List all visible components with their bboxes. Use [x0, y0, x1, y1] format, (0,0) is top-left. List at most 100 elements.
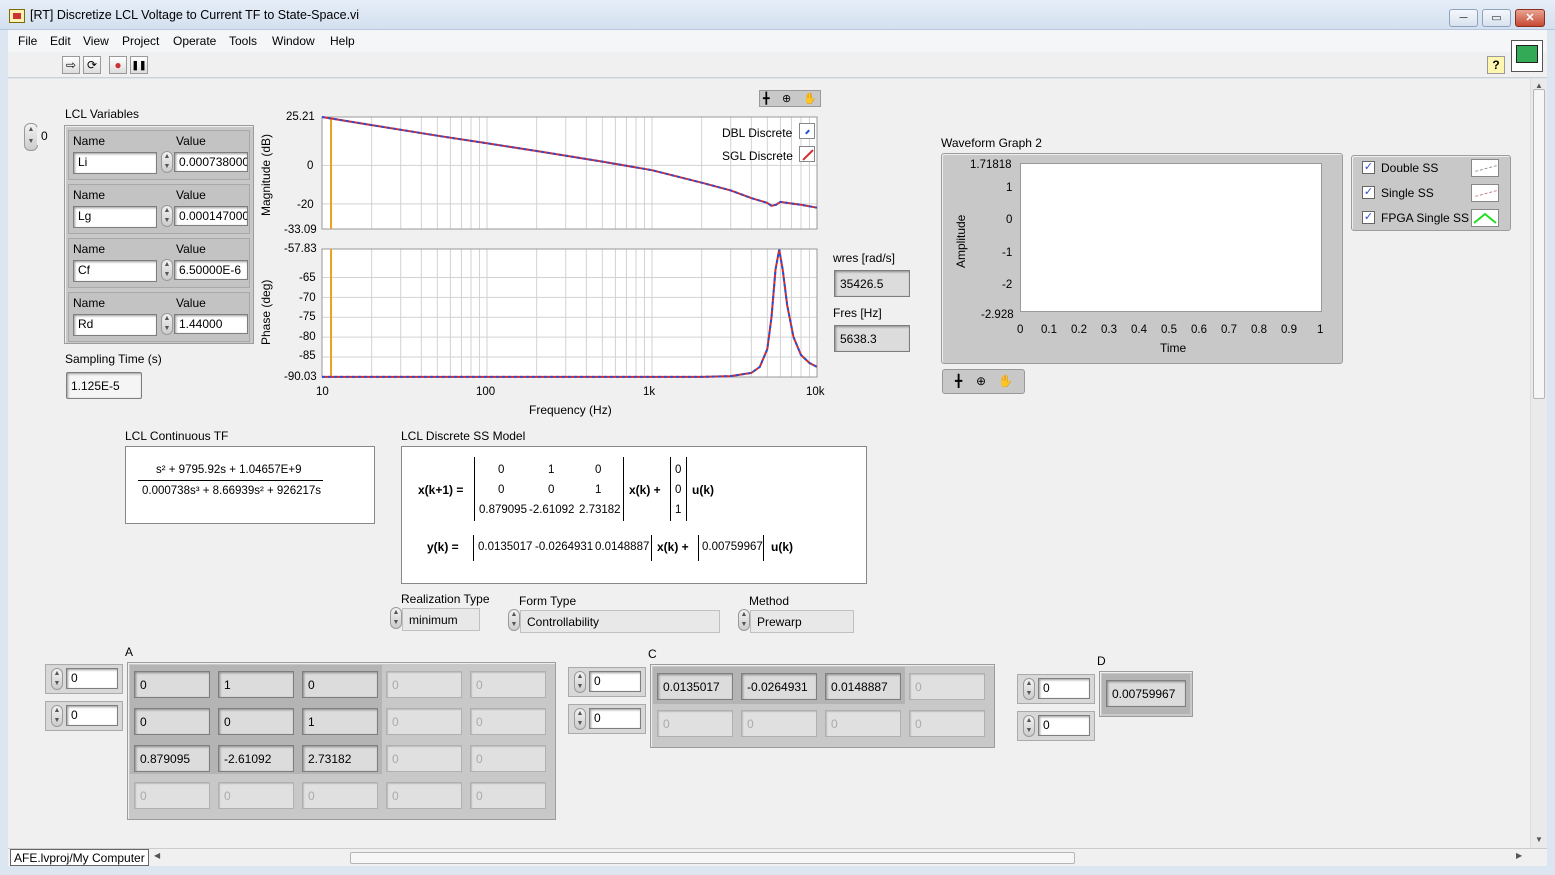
matrix-a-cell: 0 — [386, 745, 462, 772]
amplitude-axis-label: Amplitude — [954, 214, 968, 268]
tf-numerator: s² + 9795.92s + 1.04657E+9 — [156, 464, 302, 476]
uk-label: u(k) — [771, 540, 793, 554]
ss-b-cell: 0 — [675, 484, 682, 496]
uk-label: u(k) — [692, 483, 714, 497]
realization-spinner[interactable]: ▲ ▼ — [390, 607, 402, 629]
fpga-single-ss-swatch[interactable] — [1471, 209, 1499, 227]
matrix-c-cell: 0 — [657, 710, 733, 737]
phase-tick: -70 — [299, 292, 316, 304]
matrix-a-cell: 0 — [470, 782, 546, 809]
wave-ytick: 1.71818 — [970, 159, 1012, 171]
phase-tick: -90.03 — [284, 371, 317, 383]
matrix-c-label: C — [648, 647, 657, 661]
matrix-d-row-index[interactable]: 0 — [1038, 678, 1090, 699]
matrix-a-cell: 0 — [386, 671, 462, 698]
scroll-right-arrow[interactable]: ▶ — [1516, 851, 1522, 860]
col-index-spinner[interactable]: ▲ ▼ — [1023, 715, 1035, 737]
vertical-scroll-thumb[interactable] — [1533, 89, 1545, 399]
single-ss-checkbox[interactable]: ✓ — [1362, 186, 1375, 199]
row-index-spinner[interactable]: ▲ ▼ — [1023, 678, 1035, 700]
wave-xtick: 0.5 — [1161, 324, 1177, 336]
horizontal-scroll-thumb[interactable] — [350, 852, 1075, 864]
vertical-scrollbar[interactable]: ▲ ▼ — [1530, 79, 1547, 849]
matrix-d-col-index[interactable]: 0 — [1038, 715, 1090, 736]
wave-xtick: 0.7 — [1221, 324, 1237, 336]
ss-a-cell: 2.73182 — [579, 504, 621, 516]
matrix-a-cell: 0 — [470, 708, 546, 735]
wave-ytick: 0 — [1006, 214, 1013, 226]
ss-b-cell: 1 — [675, 504, 682, 516]
cursor-tool-icon[interactable]: ╋ — [955, 374, 962, 388]
continuous-tf-label: LCL Continuous TF — [125, 429, 229, 443]
matrix-a-cell: 0 — [302, 671, 378, 698]
double-ss-checkbox[interactable]: ✓ — [1362, 161, 1375, 174]
matrix-a-cell: -2.61092 — [218, 745, 294, 772]
single-ss-swatch[interactable] — [1471, 184, 1499, 202]
fres-indicator: 5638.3 — [834, 325, 910, 352]
matrix-c-col-index[interactable]: 0 — [589, 708, 641, 729]
waveform-graph-title: Waveform Graph 2 — [941, 136, 1042, 150]
method-spinner[interactable]: ▲ ▼ — [738, 609, 750, 631]
wave-xtick: 0.8 — [1251, 324, 1267, 336]
discrete-ss-display: x(k+1) = 0 1 0 0 0 1 0.879095 -2.61092 2… — [401, 446, 867, 584]
wave-ytick: -1 — [1002, 247, 1013, 259]
status-bar: AFE.lvproj/My Computer ◀ ▶ — [8, 848, 1547, 866]
matrix-c-row-index[interactable]: 0 — [589, 671, 641, 692]
legend-dbl-swatch[interactable] — [799, 123, 815, 139]
legend-double-ss: Double SS — [1381, 161, 1439, 175]
zoom-tool-icon[interactable]: ⊕ — [976, 374, 986, 388]
continuous-tf-display: s² + 9795.92s + 1.04657E+9 0.000738s³ + … — [125, 446, 375, 524]
wave-xtick: 0.3 — [1101, 324, 1117, 336]
wave-xtick: 0 — [1017, 324, 1024, 336]
form-type-label: Form Type — [519, 594, 577, 608]
legend-sgl-discrete: SGL Discrete — [722, 149, 793, 163]
mag-tick: 25.21 — [286, 111, 315, 123]
matrix-a-cell: 2.73182 — [302, 745, 378, 772]
double-ss-swatch[interactable] — [1471, 159, 1499, 177]
ss-a-cell: 0 — [595, 464, 602, 476]
ss-a-cell: 0 — [548, 484, 555, 496]
ss-c-cell: 0.0135017 — [478, 541, 533, 553]
magnitude-axis-label: Magnitude (dB) — [259, 133, 273, 216]
phase-tick: -80 — [299, 331, 316, 343]
scroll-left-arrow[interactable]: ◀ — [154, 851, 160, 860]
tf-denominator: 0.000738s³ + 8.66939s² + 926217s — [142, 485, 322, 497]
matrix-d-label: D — [1097, 654, 1106, 668]
row-index-spinner[interactable]: ▲ ▼ — [574, 671, 586, 693]
phase-tick: -75 — [299, 311, 316, 323]
col-index-spinner[interactable]: ▲ ▼ — [574, 708, 586, 730]
matrix-c-cell: 0 — [825, 710, 901, 737]
col-index-spinner[interactable]: ▲ ▼ — [51, 705, 63, 727]
ss-a-cell: 0 — [498, 484, 505, 496]
matrix-a-cell: 0 — [218, 782, 294, 809]
wave-xtick: 0.6 — [1191, 324, 1207, 336]
matrix-c-cell: 0.0135017 — [657, 673, 733, 700]
matrix-a-row-index[interactable]: 0 — [66, 668, 118, 689]
xk-label: x(k) + — [629, 483, 661, 497]
matrix-a-cell: 0 — [134, 708, 210, 735]
ss-a-cell: -2.61092 — [529, 504, 575, 516]
fpga-single-ss-checkbox[interactable]: ✓ — [1362, 211, 1375, 224]
matrix-a-cell: 1 — [302, 708, 378, 735]
matrix-a-col-index[interactable]: 0 — [66, 705, 118, 726]
legend-single-ss: Single SS — [1381, 186, 1434, 200]
ss-a-cell: 1 — [595, 484, 602, 496]
ss-c-cell: -0.0264931 — [535, 541, 594, 553]
phase-grid — [321, 249, 817, 377]
phase-tick: -85 — [299, 350, 316, 362]
matrix-a-cell: 0 — [302, 782, 378, 809]
matrix-c-cell: 0 — [909, 710, 985, 737]
matrix-a-cell: 1 — [218, 671, 294, 698]
realization-type-ring[interactable]: minimum — [402, 608, 480, 631]
form-type-ring[interactable]: Controllability — [520, 610, 720, 633]
pan-hand-icon[interactable]: ✋ — [998, 374, 1013, 388]
form-type-spinner[interactable]: ▲ ▼ — [508, 609, 520, 631]
xk-label: x(k) + — [657, 540, 689, 554]
method-ring[interactable]: Prewarp — [750, 610, 854, 633]
mag-tick: 0 — [307, 160, 314, 172]
fres-label: Fres [Hz] — [833, 306, 882, 320]
legend-sgl-swatch[interactable] — [799, 146, 815, 162]
matrix-a-cell: 0 — [470, 671, 546, 698]
realization-type-label: Realization Type — [401, 592, 490, 606]
row-index-spinner[interactable]: ▲ ▼ — [51, 668, 63, 690]
